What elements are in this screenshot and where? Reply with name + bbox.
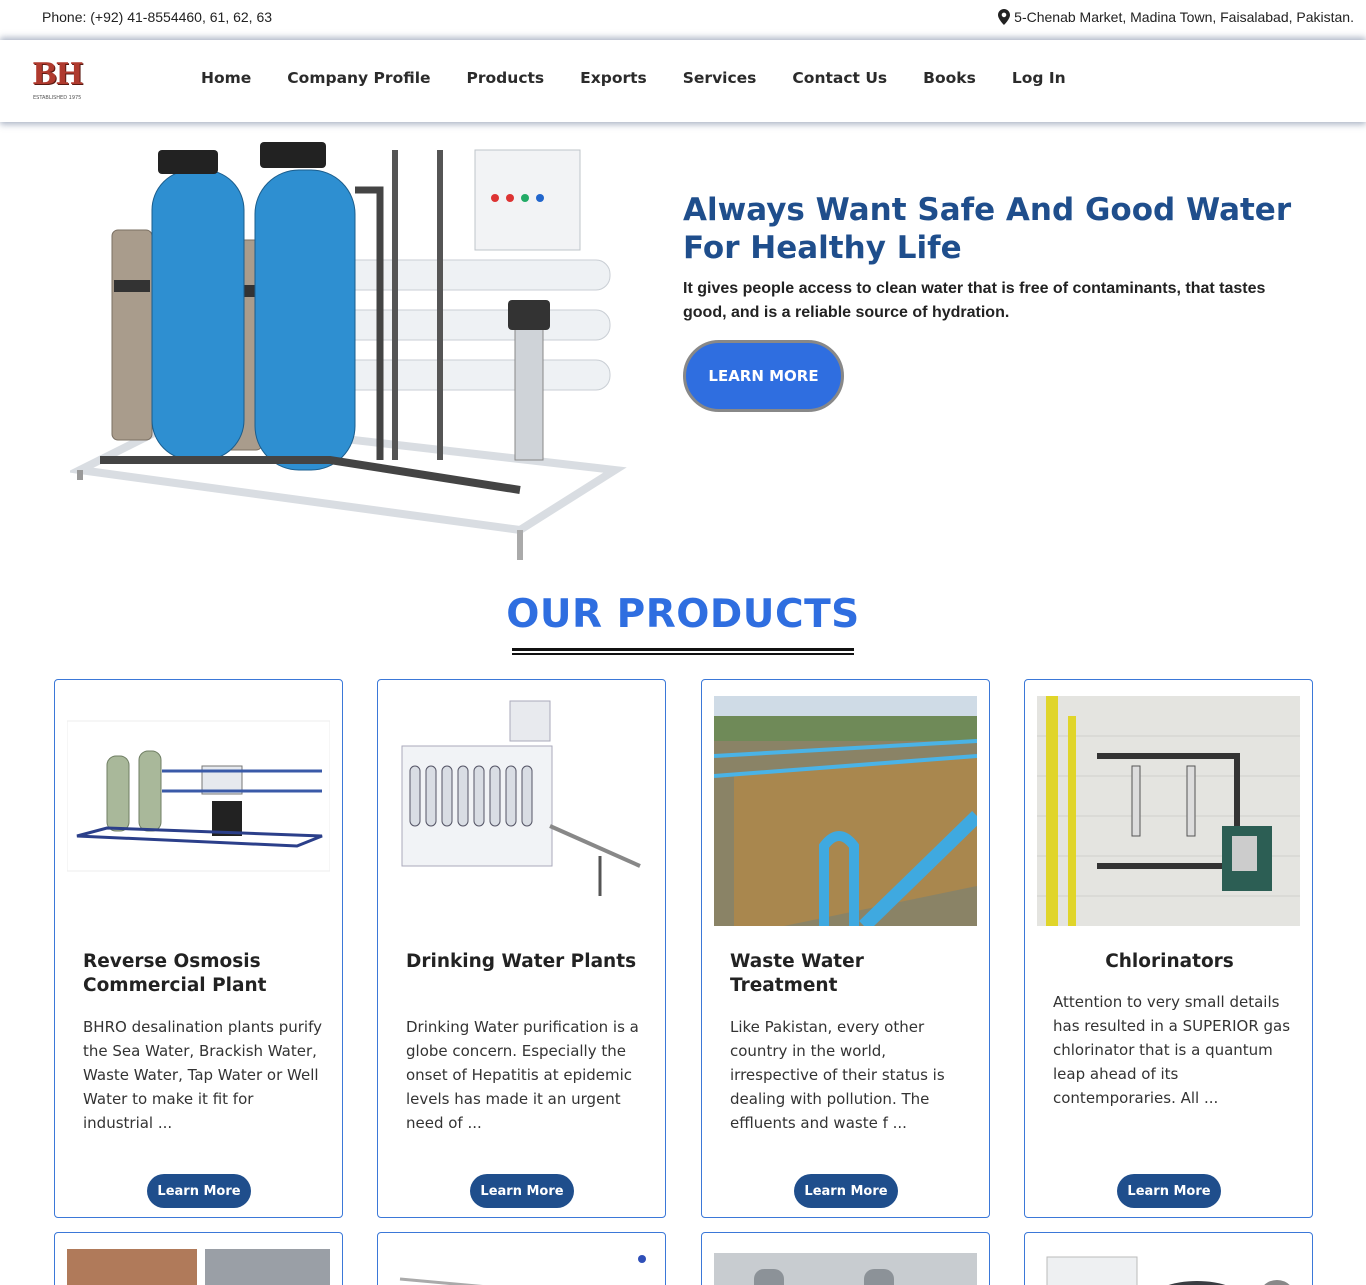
- map-marker-icon: [998, 9, 1011, 25]
- chlorinator-image: [1037, 696, 1300, 926]
- product-card-row2-1: [54, 1232, 343, 1285]
- ro-plant-image: [67, 720, 330, 872]
- product-image: [399, 1255, 646, 1285]
- product-card-row2-4: [1024, 1232, 1313, 1285]
- nav-books[interactable]: Books: [905, 69, 994, 87]
- hero-subtitle: It gives people access to clean water th…: [683, 280, 1266, 321]
- logo-text: BH: [32, 57, 84, 92]
- main-nav: Home Company Profile Products Exports Se…: [183, 69, 1084, 87]
- product-card-row2-2: [377, 1232, 666, 1285]
- card-description: Drinking Water purification is a globe c…: [406, 1018, 639, 1132]
- drinking-water-plant-image: [401, 700, 641, 896]
- nav-exports[interactable]: Exports: [562, 69, 665, 87]
- waste-water-treatment-image: [714, 696, 977, 926]
- card-title: Chlorinators: [1105, 951, 1234, 972]
- product-card-waste-water: Waste Water Treatment Like Pakistan, eve…: [701, 679, 990, 1218]
- company-logo[interactable]: BH ESTABLISHED 1975: [31, 57, 84, 105]
- nav-products[interactable]: Products: [449, 69, 563, 87]
- products-section-title: OUR PRODUCTS: [506, 592, 860, 637]
- card-description: Attention to very small details has resu…: [1053, 993, 1291, 1107]
- top-info-bar: Phone: (+92) 41-8554460, 61, 62, 63 5-Ch…: [0, 0, 1366, 38]
- phone-number: Phone: (+92) 41-8554460, 61, 62, 63: [42, 9, 273, 25]
- learn-more-button[interactable]: Learn More: [470, 1174, 574, 1208]
- address-text: 5-Chenab Market, Madina Town, Faisalabad…: [1014, 9, 1354, 25]
- title-underline: [512, 648, 854, 651]
- nav-home[interactable]: Home: [183, 69, 269, 87]
- card-title: Drinking Water Plants: [406, 951, 637, 972]
- hero-learn-more-button[interactable]: LEARN MORE: [683, 340, 844, 412]
- product-image: [714, 1253, 977, 1285]
- hero-plant-image: [70, 142, 627, 560]
- nav-log-in[interactable]: Log In: [994, 69, 1084, 87]
- logo-subtitle: ESTABLISHED 1975: [33, 95, 82, 101]
- main-navbar: BH ESTABLISHED 1975 Home Company Profile…: [0, 40, 1366, 122]
- learn-more-button[interactable]: Learn More: [1117, 1174, 1221, 1208]
- card-title: Reverse Osmosis Commercial Plant: [83, 951, 267, 996]
- product-card-drinking-water: Drinking Water Plants Drinking Water pur…: [377, 679, 666, 1218]
- hero-title: Always Want Safe And Good Water For Heal…: [683, 192, 1292, 266]
- card-description: BHRO desalination plants purify the Sea …: [83, 1018, 322, 1132]
- product-image: [67, 1249, 330, 1285]
- nav-contact-us[interactable]: Contact Us: [774, 69, 905, 87]
- learn-more-button[interactable]: Learn More: [147, 1174, 251, 1208]
- title-underline-thin: [512, 653, 854, 655]
- card-description: Like Pakistan, every other country in th…: [730, 1018, 945, 1132]
- nav-services[interactable]: Services: [665, 69, 775, 87]
- nav-company-profile[interactable]: Company Profile: [269, 69, 448, 87]
- product-card-row2-3: [701, 1232, 990, 1285]
- product-card-ro-plant: Reverse Osmosis Commercial Plant BHRO de…: [54, 679, 343, 1218]
- product-card-chlorinators: Chlorinators Attention to very small det…: [1024, 679, 1313, 1218]
- address: 5-Chenab Market, Madina Town, Faisalabad…: [998, 9, 1354, 25]
- card-title: Waste Water Treatment: [730, 951, 864, 996]
- product-image: [1046, 1256, 1290, 1285]
- learn-more-button[interactable]: Learn More: [794, 1174, 898, 1208]
